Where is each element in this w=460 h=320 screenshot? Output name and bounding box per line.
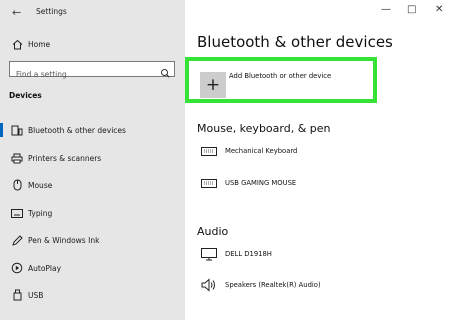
sidebar-item-home[interactable]: Home [0, 33, 185, 55]
sidebar-item-label: Printers & scanners [28, 153, 102, 163]
autoplay-icon [10, 261, 24, 275]
sidebar-item-usb[interactable]: USB [0, 284, 185, 306]
keyboard-icon [199, 146, 219, 156]
sidebar-item-mouse[interactable]: Mouse [0, 174, 185, 196]
plus-icon: + [205, 75, 221, 95]
settings-content: — □ ✕ Bluetooth & other devices + Add Bl… [185, 0, 460, 320]
selection-indicator [0, 123, 3, 137]
bluetooth-devices-icon [10, 123, 24, 137]
sidebar-item-label: Bluetooth & other devices [28, 125, 126, 135]
sidebar-item-label: Typing [28, 208, 53, 218]
sidebar-item-typing[interactable]: Typing [0, 202, 185, 224]
device-name: USB GAMING MOUSE [225, 179, 297, 187]
device-item[interactable]: Mechanical Keyboard [199, 142, 297, 160]
group-heading-audio: Audio [197, 225, 229, 238]
page-title: Bluetooth & other devices [197, 33, 393, 51]
keyboard-icon [10, 206, 24, 220]
search-setting-field[interactable] [9, 61, 175, 82]
add-device-highlight: + Add Bluetooth or other device [185, 57, 377, 103]
device-item[interactable]: Speakers (Realtek(R) Audio) [199, 276, 321, 294]
device-name: Mechanical Keyboard [225, 147, 298, 155]
minimize-button[interactable]: — [381, 4, 391, 15]
sidebar-item-label: USB [28, 290, 44, 300]
app-title: Settings [36, 7, 67, 16]
maximize-button[interactable]: □ [407, 4, 416, 15]
group-heading-input-devices: Mouse, keyboard, & pen [197, 122, 331, 135]
device-name: DELL D1918H [225, 250, 272, 258]
device-item[interactable]: USB GAMING MOUSE [199, 174, 296, 192]
printer-icon [10, 151, 24, 165]
add-device-button[interactable]: + [200, 72, 226, 98]
monitor-icon [199, 247, 219, 261]
search-icon[interactable] [160, 63, 170, 82]
settings-sidebar: ← Settings Home Devices Bluetooth & othe… [0, 0, 185, 320]
add-device-label[interactable]: Add Bluetooth or other device [229, 72, 331, 80]
sidebar-item-printers[interactable]: Printers & scanners [0, 147, 185, 169]
search-input[interactable] [10, 67, 156, 82]
sidebar-item-bluetooth[interactable]: Bluetooth & other devices [0, 119, 185, 141]
usb-icon [10, 288, 24, 302]
section-label-devices: Devices [9, 91, 42, 100]
home-icon [10, 37, 24, 51]
mouse-icon [10, 178, 24, 192]
pen-icon [10, 233, 24, 247]
close-button[interactable]: ✕ [435, 4, 443, 15]
sidebar-item-pen[interactable]: Pen & Windows Ink [0, 229, 185, 251]
back-arrow-icon[interactable]: ← [12, 6, 21, 19]
sidebar-item-label: Pen & Windows Ink [28, 235, 100, 245]
device-item[interactable]: DELL D1918H [199, 245, 272, 263]
device-name: Speakers (Realtek(R) Audio) [225, 281, 321, 289]
sidebar-item-label: AutoPlay [28, 263, 62, 273]
sidebar-item-label: Mouse [28, 180, 53, 190]
sidebar-item-label: Home [28, 39, 51, 49]
keyboard-icon [199, 178, 219, 188]
sidebar-item-autoplay[interactable]: AutoPlay [0, 257, 185, 279]
speaker-icon [199, 278, 219, 292]
